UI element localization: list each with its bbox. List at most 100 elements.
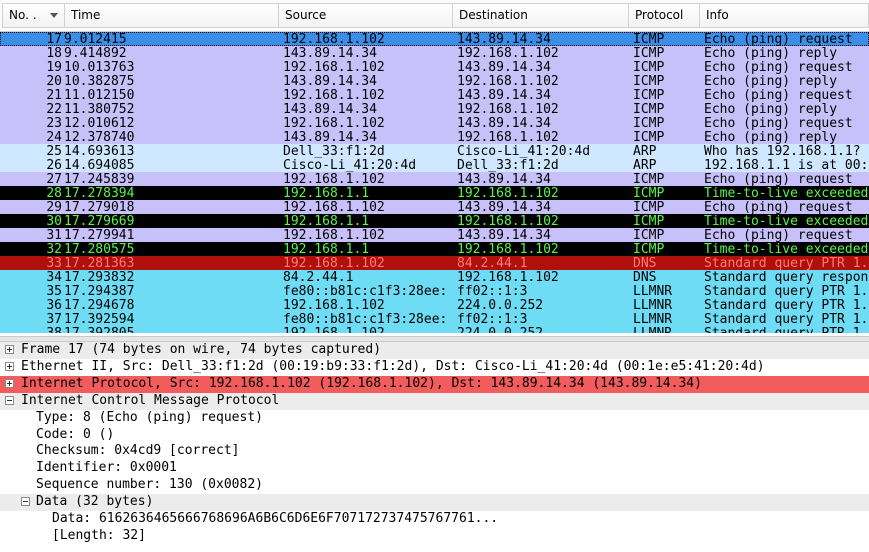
packet-cell-source: Cisco-Li_41:20:4d (283, 158, 417, 172)
packet-cell-protocol: ICMP (633, 242, 665, 256)
detail-tree-item[interactable]: Data: 6162636465666768696A6B6C6D6E6F7071… (0, 511, 869, 528)
packet-cell-time: 11.012150 (64, 88, 135, 102)
packet-row[interactable]: 34 17.293832 84.2.44.1 192.168.1.102 DNS Stan… (0, 270, 869, 284)
packet-cell-destination: 143.89.14.34 (457, 172, 551, 186)
detail-tree-item[interactable]: Code: 0 () (0, 427, 869, 444)
packet-cell-time: 10.013763 (64, 60, 135, 74)
packet-row[interactable]: 19 10.013763 192.168.1.102 143.89.14.34 ICMP… (0, 60, 869, 74)
packet-cell-source: 192.168.1.102 (283, 116, 385, 130)
packet-cell-no: 32 (46, 242, 62, 256)
packet-cell-protocol: LLMNR (633, 326, 699, 333)
packet-row[interactable]: 20 10.382875 143.89.14.34 192.168.1.102 ICMP… (0, 74, 869, 88)
column-header-source[interactable]: Source (278, 3, 453, 28)
collapse-icon[interactable] (5, 395, 14, 405)
packet-row[interactable]: 31 17.279941 192.168.1.102 143.89.14.34 ICMP… (0, 228, 869, 242)
packet-cell-info: Standard query PTR 1. (704, 312, 869, 326)
detail-tree-item-text: Checksum: 0x4cd9 [correct] (36, 443, 240, 459)
packet-cell-protocol: ARP (633, 158, 657, 172)
packet-cell-time: 17.294678 (64, 298, 135, 312)
packet-row[interactable]: 36 17.294678 192.168.1.102 224.0.0.252 LLMNR… (0, 298, 869, 312)
packet-cell-no: 38 (4, 326, 62, 333)
packet-row[interactable]: 32 17.280575 192.168.1.1 192.168.1.102 ICMP T… (0, 242, 869, 256)
detail-tree-item[interactable]: Checksum: 0x4cd9 [correct] (0, 443, 869, 460)
packet-row[interactable]: 28 17.278394 192.168.1.1 192.168.1.102 ICMP T… (0, 186, 869, 200)
packet-row[interactable]: 3817.392805 192.168.1.102 224.0.0.252 LLMNR… (0, 326, 869, 333)
column-header-destination[interactable]: Destination (452, 3, 629, 28)
packet-cell-source: 84.2.44.1 (283, 270, 354, 284)
detail-tree-item[interactable]: Frame 17 (74 bytes on wire, 74 bytes cap… (0, 342, 869, 359)
packet-cell-info: Echo (ping) request (704, 172, 853, 186)
packet-cell-time: 17.278394 (64, 186, 135, 200)
packet-cell-info: Echo (ping) request (704, 116, 853, 130)
packet-row[interactable]: 25 14.693613 Dell_33:f1:2d Cisco-Li_41:20:4… (0, 144, 869, 158)
packet-list[interactable]: 17 9.012415 192.168.1.102 143.89.14.34 ICMP E… (0, 32, 869, 333)
packet-cell-no: 37 (46, 312, 62, 326)
packet-row[interactable]: 17 9.012415 192.168.1.102 143.89.14.34 ICMP E… (0, 32, 869, 46)
packet-row[interactable]: 21 11.012150 192.168.1.102 143.89.14.34 ICMP… (0, 88, 869, 102)
packet-cell-time: 11.380752 (64, 102, 135, 116)
packet-row[interactable]: 29 17.279018 192.168.1.102 143.89.14.34 ICMP… (0, 200, 869, 214)
packet-cell-protocol: ICMP (633, 88, 665, 102)
column-header-protocol[interactable]: Protocol (628, 3, 700, 28)
packet-row[interactable]: 22 11.380752 143.89.14.34 192.168.1.102 ICMP… (0, 102, 869, 116)
packet-cell-destination: ff02::1:3 (457, 312, 528, 326)
detail-tree-item[interactable]: Sequence number: 130 (0x0082) (0, 477, 869, 494)
packet-row[interactable]: 37 17.392594 fe80::b81c:c1f3:28ee: ff02::1:… (0, 312, 869, 326)
packet-cell-no: 20 (46, 74, 62, 88)
column-header-info[interactable]: Info (699, 3, 869, 28)
packet-cell-no: 22 (46, 102, 62, 116)
expand-icon[interactable] (5, 361, 14, 371)
packet-cell-protocol: LLMNR (633, 298, 673, 312)
packet-cell-protocol: ICMP (633, 214, 665, 228)
packet-cell-no: 27 (46, 172, 62, 186)
packet-cell-protocol: ICMP (633, 172, 665, 186)
detail-tree-item[interactable]: Type: 8 (Echo (ping) request) (0, 410, 869, 427)
packet-cell-info: Echo (ping) request (704, 32, 853, 46)
column-header-no[interactable]: No. . (2, 3, 65, 28)
packet-details-tree[interactable]: Frame 17 (74 bytes on wire, 74 bytes cap… (0, 342, 869, 552)
packet-cell-protocol: DNS (633, 270, 657, 284)
packet-cell-time: 17.279941 (64, 228, 135, 242)
packet-row[interactable]: 35 17.294387 fe80::b81c:c1f3:28ee: ff02::1:… (0, 284, 869, 298)
detail-tree-item[interactable]: Internet Control Message Protocol (0, 392, 869, 410)
expand-icon[interactable] (5, 345, 14, 354)
packet-cell-no: 17 (46, 32, 62, 46)
packet-cell-time: 17.245839 (64, 172, 135, 186)
detail-tree-item[interactable]: Data (32 bytes) (0, 494, 869, 512)
packet-cell-no: 35 (46, 284, 62, 298)
packet-cell-info: Time-to-live exceeded (704, 242, 869, 256)
packet-cell-no: 19 (46, 60, 62, 74)
packet-cell-info: Echo (ping) reply (704, 74, 838, 88)
detail-tree-item-text: Internet Control Message Protocol (21, 392, 280, 408)
packet-cell-source: 192.168.1.102 (283, 298, 385, 312)
packet-cell-destination: Dell_33:f1:2d (457, 158, 559, 172)
packet-row[interactable]: 23 12.010612 192.168.1.102 143.89.14.34 ICMP… (0, 116, 869, 130)
packet-cell-no: 33 (46, 256, 62, 270)
collapse-icon[interactable] (21, 497, 30, 507)
packet-cell-destination: 143.89.14.34 (457, 116, 551, 130)
detail-tree-item-text: Identifier: 0x0001 (36, 460, 177, 476)
packet-row[interactable]: 18 9.414892 143.89.14.34 192.168.1.102 ICMP E… (0, 46, 869, 60)
packet-row[interactable]: 27 17.245839 192.168.1.102 143.89.14.34 ICMP… (0, 172, 869, 186)
detail-tree-item[interactable]: Ethernet II, Src: Dell_33:f1:2d (00:19:b… (0, 359, 869, 376)
packet-cell-info: Who has 192.168.1.1? (704, 144, 861, 158)
packet-row[interactable]: 30 17.279669 192.168.1.1 192.168.1.102 ICMP T… (0, 214, 869, 228)
packet-cell-source: 192.168.1.102 (283, 172, 385, 186)
packet-cell-source: fe80::b81c:c1f3:28ee: (283, 284, 448, 298)
packet-row[interactable]: 33 17.281363 192.168.1.102 84.2.44.1 DNS Stan… (0, 256, 869, 270)
packet-cell-source: 192.168.1.1 (283, 242, 370, 256)
column-header-time[interactable]: Time (64, 3, 279, 28)
packet-cell-protocol: ICMP (633, 74, 665, 88)
packet-cell-source: fe80::b81c:c1f3:28ee: (283, 312, 448, 326)
detail-tree-item[interactable]: Internet Protocol, Src: 192.168.1.102 (1… (0, 375, 869, 393)
expand-icon[interactable] (5, 378, 14, 388)
packet-cell-source: 192.168.1.102 (283, 32, 385, 46)
packet-row[interactable]: 26 14.694085 Cisco-Li_41:20:4d Dell_33:f1:2… (0, 158, 869, 172)
detail-tree-item[interactable]: Identifier: 0x0001 (0, 460, 869, 477)
packet-cell-no: 25 (46, 144, 62, 158)
packet-cell-source: 192.168.1.102 (283, 88, 385, 102)
detail-tree-item[interactable]: [Length: 32] (0, 528, 869, 545)
packet-cell-source: 192.168.1.1 (283, 186, 370, 200)
packet-cell-protocol: ARP (633, 144, 657, 158)
packet-row[interactable]: 24 12.378740 143.89.14.34 192.168.1.102 ICMP… (0, 130, 869, 144)
